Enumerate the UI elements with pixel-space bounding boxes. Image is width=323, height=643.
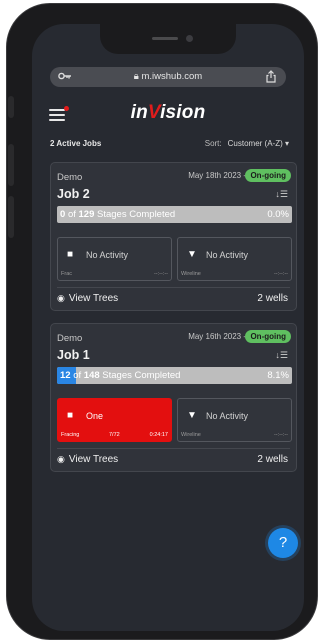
job-date: May 18th 2023 - bbox=[188, 171, 246, 180]
screen: 🔒︎ m.iwshub.com inVision 2 Active Jobs S… bbox=[32, 24, 304, 631]
frac-icon: ■ bbox=[67, 249, 74, 260]
share-icon[interactable] bbox=[266, 70, 276, 86]
question-icon: ? bbox=[278, 534, 288, 551]
wireline-activity-tile[interactable]: ▼ No Activity Wireline --:--:-- bbox=[177, 237, 292, 281]
list-toolbar: 2 Active Jobs Sort: Customer (A-Z) ▾ bbox=[32, 136, 304, 152]
sort-stages-icon[interactable]: ↓☰ bbox=[275, 350, 288, 361]
sort-stages-icon[interactable]: ↓☰ bbox=[275, 189, 288, 200]
divider bbox=[57, 448, 290, 449]
phone-frame: 🔒︎ m.iwshub.com inVision 2 Active Jobs S… bbox=[6, 3, 318, 640]
progress-percent: 8.1% bbox=[267, 370, 289, 381]
tree-icon: ◉ bbox=[57, 454, 65, 464]
job-date: May 16th 2023 - bbox=[188, 332, 246, 341]
job-title[interactable]: Job 2 bbox=[57, 187, 90, 201]
volume-down-button bbox=[8, 196, 14, 238]
job-client: Demo bbox=[57, 172, 83, 183]
mute-switch bbox=[8, 96, 14, 118]
progress-percent: 0.0% bbox=[267, 209, 289, 220]
status-badge: On-going bbox=[245, 330, 291, 343]
job-card[interactable]: Demo May 18th 2023 - On-going Job 2 ↓☰ 0… bbox=[50, 162, 297, 311]
volume-up-button bbox=[8, 144, 14, 186]
wireline-activity-tile[interactable]: ▼ No Activity Wireline --:--:-- bbox=[177, 398, 292, 442]
active-jobs-count: 2 Active Jobs bbox=[50, 139, 102, 148]
view-trees-link[interactable]: ◉ View Trees bbox=[57, 454, 118, 465]
stages-progress-bar: 0 of 129 Stages Completed 0.0% bbox=[57, 206, 292, 223]
wireline-icon: ▼ bbox=[187, 410, 197, 421]
wireline-icon: ▼ bbox=[187, 249, 197, 260]
job-client: Demo bbox=[57, 333, 83, 344]
url-text[interactable]: 🔒︎ m.iwshub.com bbox=[50, 71, 286, 82]
frac-activity-tile[interactable]: ■ One Fracing 7/72 0:24:17 bbox=[57, 398, 172, 442]
speaker bbox=[152, 37, 178, 40]
frac-activity-tile[interactable]: ■ No Activity Frac --:--:-- bbox=[57, 237, 172, 281]
job-title[interactable]: Job 1 bbox=[57, 348, 90, 362]
frac-icon: ■ bbox=[67, 410, 74, 421]
job-card[interactable]: Demo May 16th 2023 - On-going Job 1 ↓☰ 1… bbox=[50, 323, 297, 472]
app-header: inVision bbox=[32, 94, 304, 134]
notch bbox=[100, 24, 236, 54]
camera bbox=[186, 35, 193, 42]
tree-icon: ◉ bbox=[57, 293, 65, 303]
lock-icon: 🔒︎ bbox=[133, 71, 139, 82]
stages-progress-bar: 12 of 148 Stages Completed 8.1% bbox=[57, 367, 292, 384]
help-button[interactable]: ? bbox=[268, 528, 298, 558]
divider bbox=[57, 287, 290, 288]
wells-count: 2 wells bbox=[257, 293, 288, 304]
app-logo: inVision bbox=[130, 102, 206, 123]
view-trees-link[interactable]: ◉ View Trees bbox=[57, 293, 118, 304]
wells-count: 2 wells bbox=[257, 454, 288, 465]
status-badge: On-going bbox=[245, 169, 291, 182]
browser-address-bar[interactable]: 🔒︎ m.iwshub.com bbox=[50, 67, 286, 87]
sort-dropdown[interactable]: Sort: Customer (A-Z) ▾ bbox=[205, 139, 289, 148]
